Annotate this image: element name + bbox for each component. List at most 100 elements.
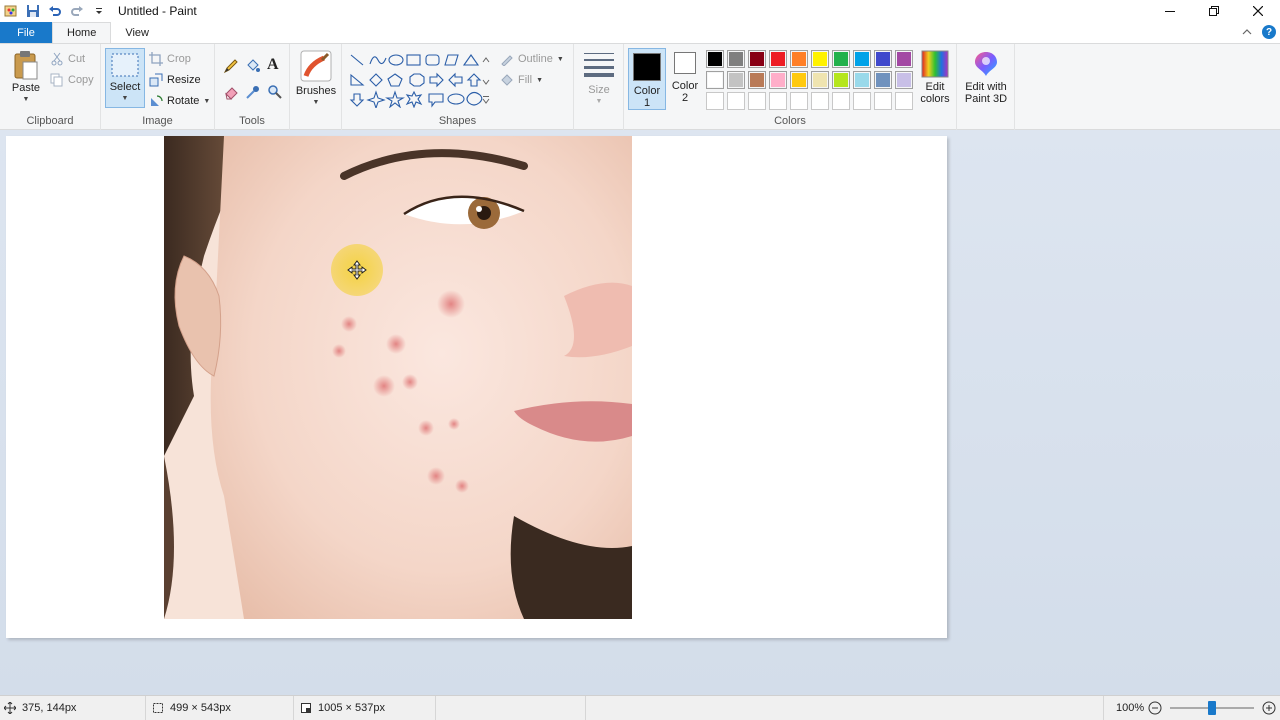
crop-icon — [149, 52, 163, 66]
color-picker-icon[interactable] — [245, 84, 261, 100]
fill-bucket-icon[interactable] — [245, 58, 261, 74]
palette-swatch[interactable] — [748, 71, 766, 89]
palette-swatch[interactable] — [706, 50, 724, 68]
shape-gallery[interactable] — [348, 52, 490, 108]
palette-swatch[interactable] — [874, 71, 892, 89]
crop-button[interactable]: Crop — [149, 52, 191, 66]
tab-view[interactable]: View — [111, 22, 163, 43]
palette-swatch[interactable] — [811, 50, 829, 68]
palette-swatch[interactable] — [769, 50, 787, 68]
fill-button[interactable]: Fill ▼ — [500, 73, 543, 87]
select-button[interactable]: Select ▼ — [105, 48, 145, 108]
palette-swatch[interactable] — [853, 71, 871, 89]
palette-swatch[interactable] — [895, 92, 913, 110]
selection-size-icon — [153, 703, 163, 713]
resize-button[interactable]: Resize — [149, 73, 201, 87]
palette-swatch[interactable] — [790, 50, 808, 68]
palette-swatch[interactable] — [874, 50, 892, 68]
palette-swatch[interactable] — [832, 92, 850, 110]
palette-swatch[interactable] — [706, 71, 724, 89]
rotate-button[interactable]: Rotate ▼ — [149, 94, 210, 108]
face-photo[interactable] — [164, 136, 632, 619]
palette-swatch[interactable] — [811, 71, 829, 89]
palette-swatch[interactable] — [727, 92, 745, 110]
shapes-scroll-icon[interactable] — [482, 54, 490, 106]
palette-swatch[interactable] — [748, 92, 766, 110]
palette-swatch[interactable] — [832, 71, 850, 89]
selection-size-text: 499 × 543px — [170, 702, 231, 714]
palette-swatch[interactable] — [769, 92, 787, 110]
palette-swatch[interactable] — [853, 92, 871, 110]
size-button[interactable]: Size ▼ — [580, 50, 618, 108]
outline-button[interactable]: Outline ▼ — [500, 52, 564, 66]
brushes-dropdown-icon: ▼ — [312, 99, 320, 106]
color2-label: Color — [671, 80, 699, 92]
palette-swatch[interactable] — [832, 50, 850, 68]
cursor-position: 375, 144px — [4, 702, 76, 714]
collapse-ribbon-icon[interactable] — [1242, 28, 1252, 36]
undo-icon[interactable] — [46, 2, 64, 20]
close-button[interactable] — [1236, 0, 1280, 22]
color1-number: 1 — [643, 97, 651, 109]
pencil-icon[interactable] — [223, 58, 239, 74]
palette-swatch-color — [876, 52, 890, 66]
rotate-label: Rotate — [167, 95, 200, 107]
palette-swatch[interactable] — [727, 50, 745, 68]
cursor-position-text: 375, 144px — [22, 702, 77, 714]
brushes-label: Brushes — [295, 85, 337, 97]
scissors-icon — [51, 52, 63, 66]
zoom-slider-thumb[interactable] — [1208, 701, 1216, 715]
customize-toolbar-icon[interactable] — [90, 2, 108, 20]
palette-swatch[interactable] — [727, 71, 745, 89]
palette-swatch[interactable] — [895, 71, 913, 89]
help-icon[interactable]: ? — [1262, 25, 1276, 39]
restore-button[interactable] — [1192, 0, 1236, 22]
text-tool-icon[interactable]: A — [267, 56, 279, 74]
palette-swatch-color — [771, 52, 785, 66]
canvas-workspace[interactable] — [0, 130, 1280, 695]
color1-button[interactable]: Color 1 — [628, 48, 666, 110]
tools-group: A Tools — [215, 44, 290, 130]
palette-swatch-color — [855, 52, 869, 66]
zoom-level-text: 100% — [1116, 702, 1145, 714]
drawing-canvas[interactable] — [6, 136, 947, 638]
title-bar: Untitled - Paint — [0, 0, 1280, 22]
color1-label: Color — [633, 85, 661, 97]
canvas-size-text: 1005 × 537px — [318, 702, 385, 714]
paint-app-icon[interactable] — [2, 2, 20, 20]
brushes-button[interactable]: Brushes ▼ — [294, 50, 338, 109]
paste-button[interactable]: Paste ▼ — [8, 50, 44, 106]
color2-swatch — [674, 52, 696, 74]
zoom-out-button[interactable] — [1148, 701, 1162, 715]
resize-label: Resize — [167, 74, 201, 86]
tab-file[interactable]: File — [0, 22, 52, 43]
palette-swatch[interactable] — [790, 92, 808, 110]
color2-number: 2 — [681, 92, 689, 104]
edit-colors-label-1: Edit — [925, 81, 945, 93]
copy-label: Copy — [68, 74, 94, 86]
tab-home[interactable]: Home — [52, 22, 112, 43]
copy-button[interactable]: Copy — [50, 73, 94, 87]
palette-swatch[interactable] — [895, 50, 913, 68]
edit-with-paint3d-button[interactable]: Edit with Paint 3D — [959, 50, 1013, 105]
cut-button[interactable]: Cut — [50, 52, 85, 66]
minimize-button[interactable] — [1148, 0, 1192, 22]
status-bar: 375, 144px 499 × 543px 1005 × 537px 100% — [0, 695, 1280, 720]
zoom-slider[interactable] — [1170, 701, 1254, 715]
eraser-icon[interactable] — [223, 84, 239, 100]
save-icon[interactable] — [24, 2, 42, 20]
brush-icon — [300, 50, 332, 82]
zoom-in-button[interactable] — [1262, 701, 1276, 715]
magnifier-icon[interactable] — [267, 84, 283, 100]
palette-swatch[interactable] — [811, 92, 829, 110]
palette-swatch[interactable] — [853, 50, 871, 68]
palette-swatch[interactable] — [874, 92, 892, 110]
palette-swatch[interactable] — [769, 71, 787, 89]
palette-swatch[interactable] — [790, 71, 808, 89]
color2-button[interactable]: Color 2 — [670, 52, 700, 104]
redo-icon[interactable] — [68, 2, 86, 20]
palette-swatch[interactable] — [748, 50, 766, 68]
palette-swatch[interactable] — [706, 92, 724, 110]
edit-colors-button[interactable]: Edit colors — [916, 50, 954, 105]
fill-dropdown-icon: ▼ — [536, 76, 543, 84]
